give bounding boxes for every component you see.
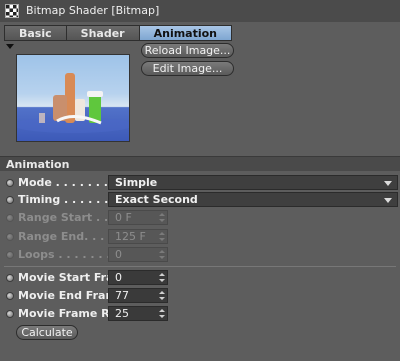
mode-dropdown[interactable]: Simple <box>108 175 398 190</box>
spinner-icon <box>159 213 165 223</box>
tab-bar: Basic Shader Animation <box>4 25 233 41</box>
spinner-icon <box>159 232 165 242</box>
calculate-button[interactable]: Calculate <box>16 325 78 340</box>
movie-rate-field[interactable]: 25 <box>108 306 168 321</box>
movie-rate-row: Movie Frame Rate 25 <box>0 306 400 322</box>
loops-row: Loops . . . . . . . . . . . 0 <box>0 247 400 263</box>
loops-keyframe-icon <box>6 251 14 259</box>
range-start-keyframe-icon <box>6 214 14 222</box>
loops-field: 0 <box>108 247 168 262</box>
spinner-icon[interactable] <box>159 273 165 283</box>
tab-shader[interactable]: Shader <box>65 25 140 41</box>
range-end-keyframe-icon <box>6 233 14 241</box>
mode-keyframe-icon[interactable] <box>6 179 14 187</box>
range-end-value: 125 F <box>115 230 146 243</box>
spinner-icon <box>159 250 165 260</box>
image-thumbnail <box>16 54 130 142</box>
divider <box>4 266 396 267</box>
edit-image-button[interactable]: Edit Image... <box>141 61 234 76</box>
chevron-down-icon <box>384 198 392 203</box>
range-end-field: 125 F <box>108 229 168 244</box>
thumbnail-art-icon <box>17 73 129 133</box>
loops-value: 0 <box>115 248 122 261</box>
mode-value: Simple <box>115 176 158 189</box>
section-title: Animation <box>6 158 70 171</box>
timing-row: Timing . . . . . . . . . . Exact Second <box>0 192 400 208</box>
spinner-icon[interactable] <box>159 291 165 301</box>
range-end-row: Range End. . . . . . . 125 F <box>0 229 400 245</box>
mode-row: Mode . . . . . . . . . . . Simple <box>0 175 400 191</box>
chevron-down-icon <box>384 181 392 186</box>
window-title: Bitmap Shader [Bitmap] <box>26 4 160 17</box>
section-header: Animation <box>0 156 400 171</box>
movie-rate-value: 25 <box>115 307 129 320</box>
checker-icon <box>5 4 19 18</box>
movie-end-keyframe-icon[interactable] <box>6 292 14 300</box>
timing-keyframe-icon[interactable] <box>6 196 14 204</box>
movie-rate-keyframe-icon[interactable] <box>6 310 14 318</box>
reload-image-button[interactable]: Reload Image... <box>141 43 234 58</box>
timing-value: Exact Second <box>115 193 198 206</box>
movie-end-row: Movie End Frame 77 <box>0 288 400 304</box>
movie-start-keyframe-icon[interactable] <box>6 274 14 282</box>
movie-start-field[interactable]: 0 <box>108 270 168 285</box>
range-start-value: 0 F <box>115 211 132 224</box>
spinner-icon[interactable] <box>159 309 165 319</box>
movie-start-value: 0 <box>115 271 122 284</box>
tab-animation[interactable]: Animation <box>138 25 233 41</box>
range-start-field: 0 F <box>108 210 168 225</box>
range-start-row: Range Start . . . . . . 0 F <box>0 210 400 226</box>
title-bar: Bitmap Shader [Bitmap] <box>0 0 400 22</box>
tab-basic[interactable]: Basic <box>4 25 67 41</box>
movie-start-row: Movie Start Frame 0 <box>0 270 400 286</box>
movie-end-value: 77 <box>115 289 129 302</box>
movie-end-field[interactable]: 77 <box>108 288 168 303</box>
timing-dropdown[interactable]: Exact Second <box>108 192 398 207</box>
footer-strip <box>0 341 400 361</box>
collapse-arrow-icon[interactable] <box>6 44 14 49</box>
